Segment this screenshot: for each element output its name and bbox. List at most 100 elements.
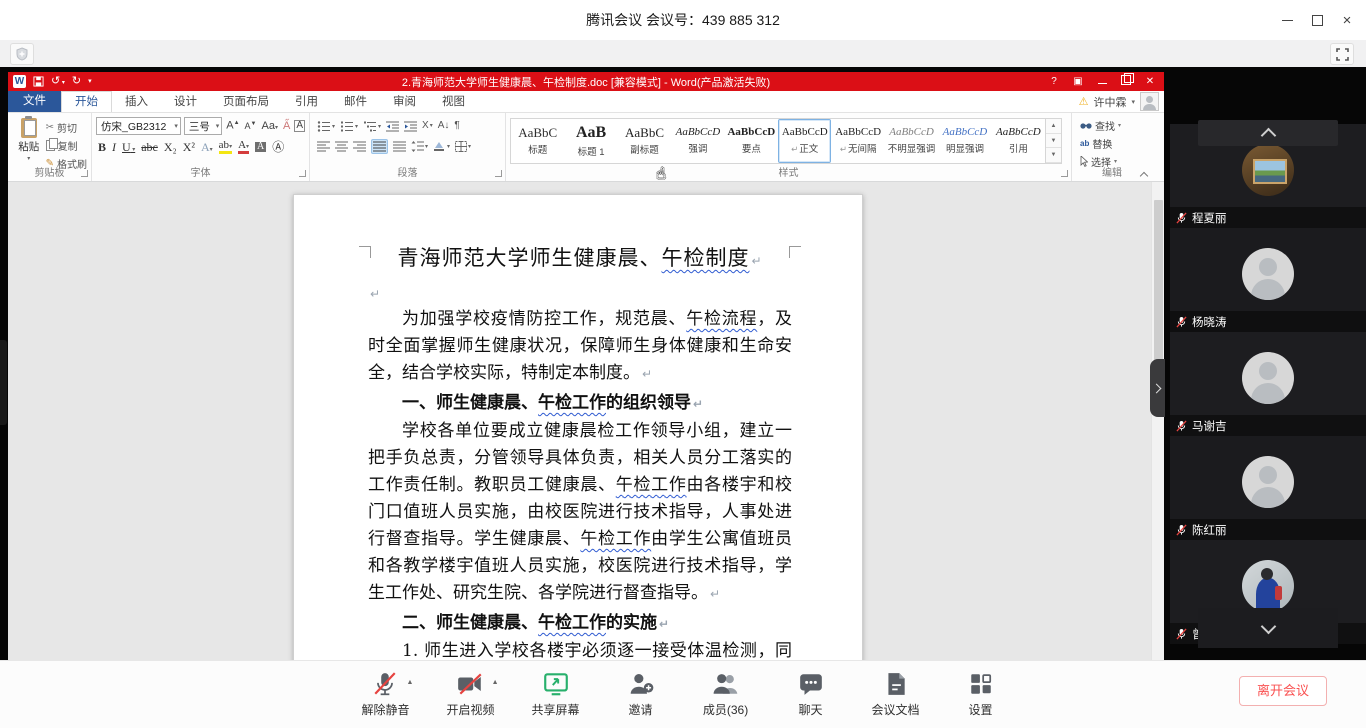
document-scrollbar[interactable] xyxy=(1151,182,1164,661)
superscript-button[interactable]: X² xyxy=(183,141,195,153)
text-effects-button[interactable]: A▾ xyxy=(201,141,213,153)
style-no-spacing[interactable]: AaBbCcD↵无间隔 xyxy=(831,119,884,163)
style-subtle-emphasis[interactable]: AaBbCcD不明显强调 xyxy=(885,119,938,163)
shrink-font-button[interactable]: A▼ xyxy=(244,121,258,131)
left-edge-tab[interactable] xyxy=(0,340,7,425)
minimize-button[interactable] xyxy=(1272,5,1302,35)
styles-dialog-launcher[interactable] xyxy=(1061,170,1068,177)
tab-design[interactable]: 设计 xyxy=(161,92,210,112)
highlight-button[interactable]: ab▾ xyxy=(219,140,232,154)
fullscreen-button[interactable] xyxy=(1330,43,1354,65)
font-color-button[interactable]: A▾ xyxy=(238,140,249,154)
shading-button[interactable]: ▾ xyxy=(433,141,450,152)
decrease-indent-button[interactable] xyxy=(386,121,399,132)
meeting-docs-button[interactable]: 会议文档 xyxy=(872,671,920,718)
grow-font-button[interactable]: A▲ xyxy=(225,120,240,132)
protection-button[interactable] xyxy=(10,43,34,65)
close-button[interactable]: × xyxy=(1332,5,1362,35)
styles-more-button[interactable]: ▼ xyxy=(1046,148,1061,163)
borders-button[interactable]: ▾ xyxy=(455,141,471,152)
tab-home[interactable]: 开始 xyxy=(61,91,112,112)
align-right-button[interactable] xyxy=(353,141,366,152)
subscript-button[interactable]: X₂ xyxy=(164,141,177,153)
scroll-participants-up[interactable] xyxy=(1198,120,1338,146)
styles-scroll-up[interactable]: ▲ xyxy=(1046,119,1061,134)
video-options-caret[interactable]: ▲ xyxy=(492,679,499,686)
style-subtitle[interactable]: AaBbC副标题 xyxy=(618,119,671,163)
bullet-list-button[interactable]: ▾ xyxy=(317,121,335,132)
participant-tile[interactable]: 马谢吉 xyxy=(1170,332,1366,436)
character-shading-button[interactable]: A xyxy=(255,142,266,152)
account-area[interactable]: ⚠ 许中霖 ▾ xyxy=(1079,91,1159,112)
share-screen-button[interactable]: 共享屏幕 xyxy=(532,671,580,718)
font-name-combo[interactable]: 仿宋_GB2312▾ xyxy=(96,117,181,135)
scroll-participants-down[interactable] xyxy=(1198,608,1338,648)
participant-tile[interactable]: 陈红丽 xyxy=(1170,436,1366,540)
participant-tile[interactable]: 杨晓涛 xyxy=(1170,228,1366,332)
underline-button[interactable]: U ▾ xyxy=(122,141,135,153)
tab-file[interactable]: 文件 xyxy=(8,91,61,112)
replace-button[interactable]: ab 替换 xyxy=(1080,136,1148,151)
unmute-button[interactable]: ▲ 解除静音 xyxy=(361,671,409,718)
font-size-combo[interactable]: 三号▾ xyxy=(184,117,222,135)
line-spacing-button[interactable]: ▾ xyxy=(411,141,428,152)
tab-insert[interactable]: 插入 xyxy=(112,92,161,112)
italic-button[interactable]: I xyxy=(112,141,116,153)
document-content[interactable]: 青海师范大学师生健康晨、午检制度↵↵为加强学校疫情防控工作，规范晨、午检流程，及… xyxy=(368,241,792,661)
style-quote[interactable]: AaBbCcD引用 xyxy=(992,119,1045,163)
align-left-button[interactable] xyxy=(317,141,330,152)
leave-meeting-button[interactable]: 离开会议 xyxy=(1239,676,1327,706)
styles-scroll-down[interactable]: ▼ xyxy=(1046,134,1061,149)
bold-button[interactable]: B xyxy=(98,141,106,153)
increase-indent-button[interactable] xyxy=(404,121,417,132)
strikethrough-button[interactable]: abc xyxy=(141,141,158,153)
enclose-characters-button[interactable]: Ⓐ xyxy=(272,141,284,153)
ribbon-display-button[interactable]: ▣ xyxy=(1066,76,1090,87)
qat-customize-icon[interactable]: ▾ xyxy=(88,78,92,85)
show-marks-button[interactable]: ¶ xyxy=(454,121,459,131)
word-logo-icon[interactable]: W xyxy=(13,75,26,88)
style-strong[interactable]: AaBbCcD要点 xyxy=(725,119,778,163)
word-restore-button[interactable] xyxy=(1114,75,1138,88)
account-avatar[interactable] xyxy=(1140,92,1159,111)
tab-review[interactable]: 审阅 xyxy=(380,92,429,112)
style-intense-emphasis[interactable]: AaBbCcD明显强调 xyxy=(938,119,991,163)
sidebar-collapse-handle[interactable] xyxy=(1150,359,1165,417)
save-icon[interactable] xyxy=(33,76,44,87)
paste-button[interactable]: 粘贴 ▾ xyxy=(12,116,46,165)
start-video-button[interactable]: ▲ 开启视频 xyxy=(446,671,494,718)
clipboard-dialog-launcher[interactable] xyxy=(81,170,88,177)
mic-options-caret[interactable]: ▲ xyxy=(407,679,414,686)
asian-layout-button[interactable]: X▾ xyxy=(422,121,433,131)
tab-mailings[interactable]: 邮件 xyxy=(331,92,380,112)
align-center-button[interactable] xyxy=(335,141,348,152)
members-button[interactable]: 成员(36) xyxy=(702,671,750,718)
phonetic-guide-button[interactable]: A̋ xyxy=(282,121,291,132)
undo-icon[interactable]: ↺ ▾ xyxy=(51,76,65,87)
style-heading1[interactable]: AaB标题 1 xyxy=(564,119,617,163)
paragraph-dialog-launcher[interactable] xyxy=(495,170,502,177)
tab-references[interactable]: 引用 xyxy=(282,92,331,112)
settings-button[interactable]: 设置 xyxy=(957,671,1005,718)
distribute-button[interactable] xyxy=(393,141,406,152)
font-dialog-launcher[interactable] xyxy=(299,170,306,177)
word-help-button[interactable]: ? xyxy=(1042,76,1066,87)
cut-button[interactable]: ✂剪切 xyxy=(46,120,87,135)
change-case-button[interactable]: Aa▾ xyxy=(261,121,279,132)
style-emphasis[interactable]: AaBbCcD强调 xyxy=(671,119,724,163)
justify-button[interactable] xyxy=(371,139,388,154)
tab-layout[interactable]: 页面布局 xyxy=(210,92,282,112)
word-close-button[interactable]: ✕ xyxy=(1138,76,1162,87)
character-border-button[interactable]: A xyxy=(294,120,305,132)
chat-button[interactable]: 聊天 xyxy=(787,671,835,718)
word-minimize-button[interactable] xyxy=(1090,76,1114,87)
tab-view[interactable]: 视图 xyxy=(429,92,478,112)
invite-button[interactable]: 邀请 xyxy=(617,671,665,718)
collapse-ribbon-button[interactable] xyxy=(1140,171,1147,178)
find-button[interactable]: 查找▾ xyxy=(1080,118,1148,133)
copy-button[interactable]: 复制 xyxy=(46,138,87,153)
style-normal[interactable]: AaBbCcD↵正文 xyxy=(778,119,831,163)
multilevel-list-button[interactable]: ▾ xyxy=(363,121,381,132)
numbered-list-button[interactable]: ▾ xyxy=(340,121,358,132)
style-heading[interactable]: AaBbC标题 xyxy=(511,119,564,163)
